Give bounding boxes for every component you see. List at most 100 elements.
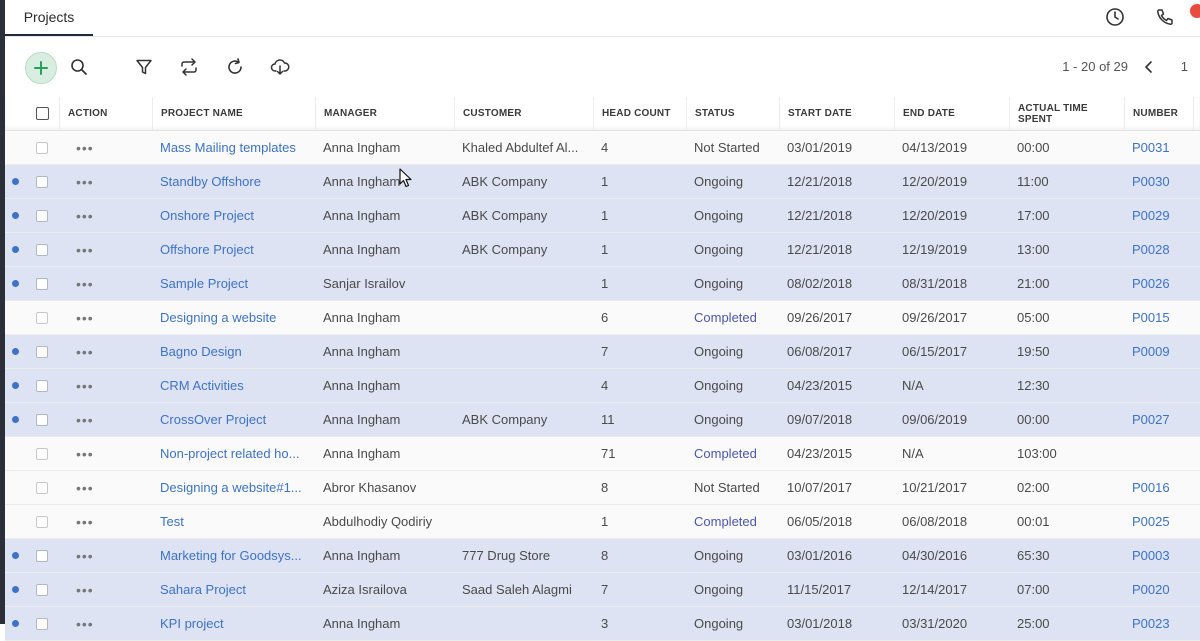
add-button[interactable] [25,52,57,84]
page-number[interactable]: 1 [1181,59,1188,74]
row-checkbox[interactable] [36,482,48,494]
row-checkbox[interactable] [36,584,48,596]
project-number-link[interactable]: P0020 [1124,573,1193,606]
end-date-cell: 06/08/2018 [902,514,968,529]
project-name-link[interactable]: Mass Mailing templates [152,131,315,164]
row-actions-menu-icon[interactable]: ••• [76,369,94,402]
column-header-end-date[interactable]: END DATE [894,97,1009,130]
table-row[interactable]: ••• Standby Offshore Anna Ingham ABK Compan… [5,165,1200,199]
project-number-link[interactable]: P0030 [1124,165,1193,198]
row-actions-menu-icon[interactable]: ••• [76,335,94,368]
column-header-project-name[interactable]: PROJECT NAME [152,97,315,130]
column-header-action[interactable]: ACTION [59,97,152,130]
row-checkbox[interactable] [36,244,48,256]
row-actions-menu-icon[interactable]: ••• [76,403,94,436]
sync-button[interactable] [174,52,204,82]
search-button[interactable] [64,52,94,82]
table-row[interactable]: ••• Non-project related ho... Anna Ingham 7… [5,437,1200,471]
table-row[interactable]: ••• Bagno Design Anna Ingham 7 Ongoing 06/08/… [5,335,1200,369]
refresh-button[interactable] [220,52,250,82]
row-checkbox[interactable] [36,346,48,358]
project-name-link[interactable]: Test [152,505,315,538]
project-number-link[interactable]: P0003 [1124,539,1193,572]
previous-page-button[interactable] [1134,52,1164,82]
project-name-link[interactable]: CRM Activities [152,369,315,402]
row-checkbox[interactable] [36,312,48,324]
head-count-cell: 7 [601,344,609,359]
download-button[interactable] [265,52,295,82]
project-name-link[interactable]: CrossOver Project [152,403,315,436]
actual-time-cell: 13:00 [1017,242,1050,257]
row-actions-menu-icon[interactable]: ••• [76,573,94,606]
row-checkbox[interactable] [36,380,48,392]
project-number-link[interactable]: P0025 [1124,505,1193,538]
row-checkbox[interactable] [36,278,48,290]
project-name-link[interactable]: Standby Offshore [152,165,315,198]
table-row[interactable]: ••• CRM Activities Anna Ingham 4 Ongoing 04/2… [5,369,1200,403]
column-header-start-date[interactable]: START DATE [779,97,894,130]
project-name-link[interactable]: Offshore Project [152,233,315,266]
row-actions-menu-icon[interactable]: ••• [76,131,94,164]
row-actions-menu-icon[interactable]: ••• [76,267,94,300]
row-actions-menu-icon[interactable]: ••• [76,471,94,504]
row-checkbox[interactable] [36,176,48,188]
row-actions-menu-icon[interactable]: ••• [76,505,94,538]
actual-time-cell: 103:00 [1017,446,1057,461]
column-header-manager[interactable]: MANAGER [315,97,454,130]
row-actions-menu-icon[interactable]: ••• [76,233,94,266]
filter-button[interactable] [129,52,159,82]
row-actions-menu-icon[interactable]: ••• [76,539,94,572]
table-row[interactable]: ••• Designing a website Anna Ingham 6 Comple… [5,301,1200,335]
project-name-link[interactable]: Bagno Design [152,335,315,368]
table-row[interactable]: ••• Sahara Project Aziza Israilova Saad Sal… [5,573,1200,607]
start-date-cell: 11/15/2017 [787,582,852,597]
table-row[interactable]: ••• Marketing for Goodsys... Anna Ingham 77… [5,539,1200,573]
project-number-link[interactable] [1124,437,1193,470]
project-name-link[interactable]: Non-project related ho... [152,437,315,470]
row-checkbox[interactable] [36,516,48,528]
column-header-head-count[interactable]: HEAD COUNT [593,97,686,130]
column-header-number[interactable]: NUMBER [1124,97,1193,130]
project-number-link[interactable]: P0027 [1124,403,1193,436]
project-number-link[interactable]: P0009 [1124,335,1193,368]
row-checkbox[interactable] [36,142,48,154]
project-number-link[interactable]: P0028 [1124,233,1193,266]
project-number-link[interactable]: P0015 [1124,301,1193,334]
project-number-link[interactable]: P0029 [1124,199,1193,232]
table-row[interactable]: ••• KPI project Anna Ingham 3 Ongoing 03/01/2… [5,607,1200,641]
table-row[interactable]: ••• Onshore Project Anna Ingham ABK Company… [5,199,1200,233]
project-name-link[interactable]: Sample Project [152,267,315,300]
selected-indicator-dot [12,382,19,389]
row-actions-menu-icon[interactable]: ••• [76,165,94,198]
tab-projects[interactable]: Projects [5,0,93,36]
row-checkbox[interactable] [36,210,48,222]
row-checkbox[interactable] [36,550,48,562]
row-actions-menu-icon[interactable]: ••• [76,301,94,334]
project-number-link[interactable] [1124,369,1193,402]
table-row[interactable]: ••• Sample Project Sanjar Israilov 1 Ongoing… [5,267,1200,301]
row-checkbox[interactable] [36,414,48,426]
row-checkbox[interactable] [36,618,48,630]
clock-icon[interactable] [1102,4,1128,30]
project-name-link[interactable]: Onshore Project [152,199,315,232]
project-number-link[interactable]: P0026 [1124,267,1193,300]
project-name-link[interactable]: Designing a website [152,301,315,334]
column-header-customer[interactable]: CUSTOMER [454,97,593,130]
table-row[interactable]: ••• Offshore Project Anna Ingham ABK Compan… [5,233,1200,267]
select-all-checkbox[interactable] [36,107,49,120]
table-row[interactable]: ••• CrossOver Project Anna Ingham ABK Compa… [5,403,1200,437]
row-actions-menu-icon[interactable]: ••• [76,199,94,232]
project-number-link[interactable]: P0016 [1124,471,1193,504]
column-header-status[interactable]: STATUS [686,97,779,130]
project-number-link[interactable]: P0031 [1124,131,1193,164]
table-row[interactable]: ••• Mass Mailing templates Anna Ingham Khal… [5,131,1200,165]
column-header-actual-time-spent[interactable]: ACTUAL TIME SPENT [1009,97,1124,130]
project-name-link[interactable]: Designing a website#1... [152,471,315,504]
row-checkbox[interactable] [36,448,48,460]
table-row[interactable]: ••• Designing a website#1... Abror Khasano… [5,471,1200,505]
phone-icon[interactable] [1152,4,1178,30]
row-actions-menu-icon[interactable]: ••• [76,437,94,470]
project-name-link[interactable]: Marketing for Goodsys... [152,539,315,572]
table-row[interactable]: ••• Test Abdulhodiy Qodiriy 1 Completed 06/05… [5,505,1200,539]
project-name-link[interactable]: Sahara Project [152,573,315,606]
